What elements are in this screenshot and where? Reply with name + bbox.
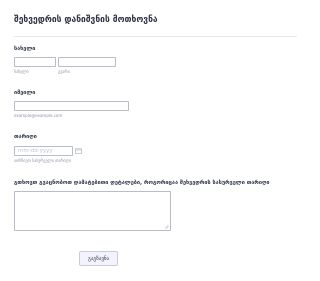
last-name-input[interactable] xyxy=(58,57,116,67)
submit-button[interactable]: გაგზავნა xyxy=(79,251,118,266)
calendar-icon[interactable] xyxy=(75,148,82,154)
email-input[interactable] xyxy=(14,101,129,111)
date-label: თარიღი xyxy=(14,134,37,140)
first-name-sublabel: სახელი xyxy=(14,69,29,74)
first-name-input[interactable] xyxy=(14,57,56,67)
date-input[interactable]: mm-dd-yyyy xyxy=(14,146,73,156)
email-label: იმეილი xyxy=(14,90,36,96)
title-divider xyxy=(14,36,297,37)
email-sublabel: example@example.com xyxy=(14,113,63,118)
name-label: სახელი xyxy=(14,46,36,52)
resize-grip-icon[interactable] xyxy=(164,224,169,229)
form-title: შეხვედრის დანიშვნის მოთხოვნა xyxy=(14,15,158,25)
last-name-sublabel: გვარი xyxy=(58,69,70,74)
date-sublabel: აირჩიეთ სასურველი თარიღი xyxy=(14,158,71,163)
form-page: შეხვედრის დანიშვნის მოთხოვნა სახელი სახე… xyxy=(0,0,310,281)
submit-button-label: გაგზავნა xyxy=(87,255,110,262)
message-textarea[interactable] xyxy=(14,191,171,231)
message-label: გთხოვთ გვაცნობოთ დამატებითი დეტალები, რო… xyxy=(14,180,270,186)
